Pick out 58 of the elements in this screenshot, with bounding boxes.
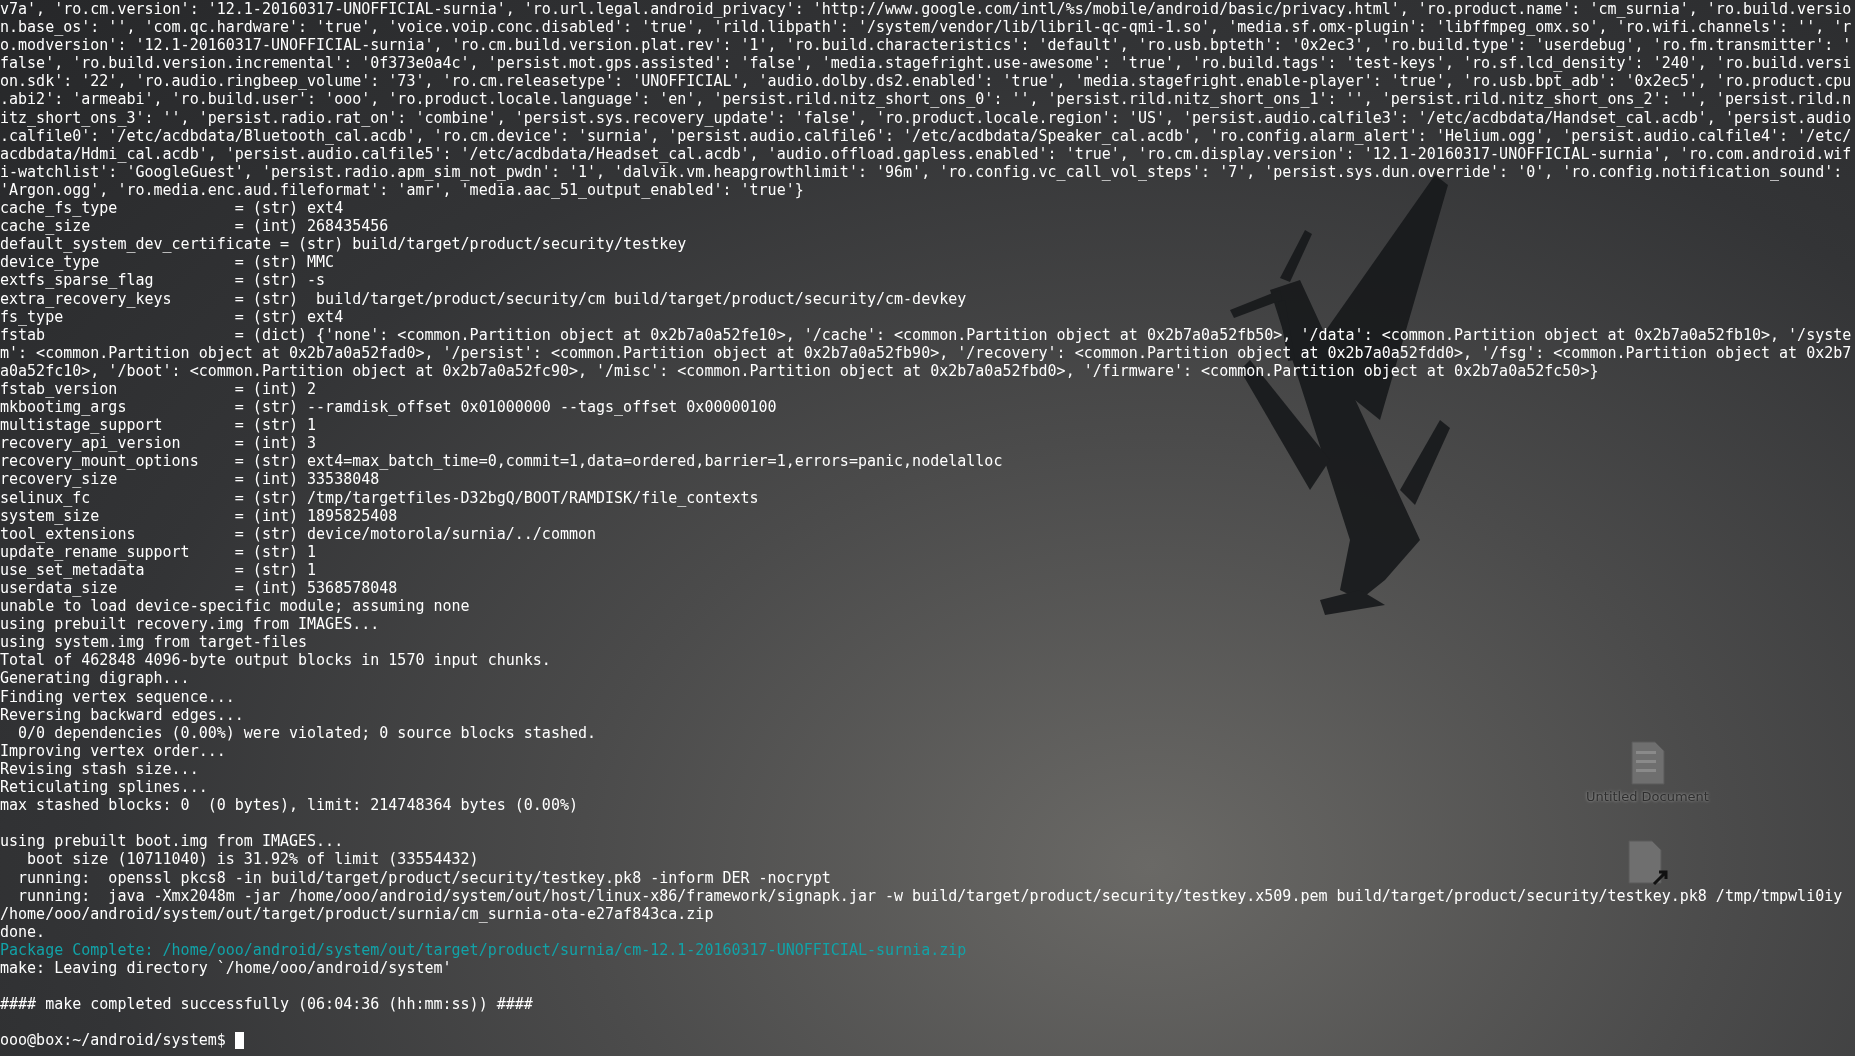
- terminal-output-line: max stashed blocks: 0 (0 bytes), limit: 214748364 bytes (0.00%): [0, 796, 578, 815]
- terminal-output-line: 0/0 dependencies (0.00%) were violated; 0 source blocks stashed.: [17, 723, 597, 742]
- terminal-output-line: Improving vertex order...: [0, 741, 226, 760]
- terminal-output-line: Reversing backward edges...: [0, 705, 244, 724]
- terminal-output-line: fstab = (dict) {'none': <common.Partition object at 0x2b7a0a52fe10>, '/cache': <common.Partition object at 0x2b7a0a52fb50>, '/data': <common.Partition object at 0x2b7a0a52fb10>, '/syste: [0, 325, 1852, 344]
- terminal-output-line: unable to load device-specific module; assuming none: [0, 597, 470, 616]
- terminal-output-line: n.base_os': '', 'com.qc.hardware': 'true', 'voice.voip.conc.disabled': 'true', 'rild.libpath': '/system/vendor/lib/libril-qc-qmi-1.so', 'media.sf.omx-plugin': 'libffmpeg_omx.so', 'ro.wifi.channels': '', 'r: [0, 18, 1852, 37]
- terminal-output-line: .abi2': 'armeabi', 'ro.build.user': 'ooo', 'ro.product.locale.language': 'en', 'persist.rild.nitz_short_ons_0': '', 'persist.rild.nitz_short_ons_1': '', 'persist.rild.nitz_short_ons_2': '', 'persist.rild.n: [0, 90, 1852, 109]
- terminal-output-line: using system.img from target-files: [0, 633, 308, 652]
- terminal-output-line: selinux_fc = (str) /tmp/targetfiles-D32bgQ/BOOT/RAMDISK/file_contexts: [0, 488, 759, 507]
- terminal-output-line: a0a52fc10>, '/boot': <common.Partition object at 0x2b7a0a52fc90>, '/misc': <common.Partition object at 0x2b7a0a52fbd0>, '/firmware': <common.Partition object at 0x2b7a0a52fc50>}: [0, 361, 1599, 380]
- terminal-output-line: done.: [0, 922, 46, 941]
- terminal-output-line: o.modversion': '12.1-20160317-UNOFFICIAL-surnia', 'ro.cm.build.version.plat.rev': '1', 'ro.build.characteristics': 'default', 'ro.usb.bpteth': '0x2ec3', 'ro.build.type': 'userdebug', 'ro.fm.transmitter': ': [0, 36, 1852, 55]
- terminal-output-line: recovery_size = (int) 33538048: [0, 470, 380, 489]
- terminal-output-line: false', 'ro.build.version.incremental': '0f373e0a4c', 'persist.mot.gps.assisted': 'false', 'media.stagefright.use-awesome': 'true', 'ro.build.tags': 'test-keys', 'ro.sf.lcd_density': '240', 'ro.build.versi: [0, 54, 1852, 73]
- terminal-output-line: 'Argon.ogg', 'ro.media.enc.aud.fileformat': 'amr', 'media.aac_51_output_enabled': 'true'}: [0, 180, 804, 200]
- terminal-output-line: running: java -Xmx2048m -jar /home/ooo/android/system/out/host/linux-x86/framework/signapk.jar -w build/target/product/security/testkey.x509.pem build/target/product/security/testkey.pk8 /tmp/tmpwli0iy: [17, 886, 1843, 905]
- terminal-output-line: v7a', 'ro.cm.version': '12.1-20160317-UNOFFICIAL-surnia', 'ro.url.legal.android_privacy': 'http://www.google.com/intl/%s/mobile/android/basic/privacy.html', 'ro.product.name': 'cm_surnia', 'ro.build.versio: [0, 0, 1852, 19]
- text-cursor: [234, 1031, 244, 1049]
- terminal-output-line: using prebuilt recovery.img from IMAGES...: [0, 615, 380, 634]
- terminal-output-line: extra_recovery_keys = (str) build/target/product/security/cm build/target/product/security/cm-devkey: [0, 289, 967, 308]
- terminal-output-line: recovery_api_version = (int) 3: [0, 434, 317, 453]
- terminal-output-line: Revising stash size...: [0, 759, 199, 779]
- file-shortcut-icon[interactable]: [1627, 840, 1668, 886]
- terminal-output-line: cache_size = (int) 268435456: [0, 217, 389, 236]
- terminal-output-line: acdbdata/Hdmi_cal.acdb', 'persist.audio.calfile5': '/etc/acdbdata/Headset_cal.acdb', 'audio.offload.gapless.enabled': 'true', 'ro.cm.display.version': '12.1-20160317-UNOFFICIAL-surnia', 'ro.com.android.wif: [0, 144, 1852, 163]
- terminal-output-line: /home/ooo/android/system/out/target/product/surnia/cm_surnia-ota-e27af843ca.zip: [0, 904, 714, 923]
- terminal-output-line: m': <common.Partition object at 0x2b7a0a52fad0>, '/persist': <common.Partition object at 0x2b7a0a52fb90>, '/recovery': <common.Partition object at 0x2b7a0a52fdd0>, '/fsg': <common.Partition object at 0x2b7: [0, 343, 1852, 362]
- terminal-output-line: itz_short_ons_3': '', 'persist.radio.rat_on': 'combine', 'persist.sys.recovery_update': 'false', 'ro.product.locale.region': 'US', 'persist.audio.calfile3': '/etc/acdbdata/Handset_cal.acdb', 'persist.audio: [0, 108, 1852, 127]
- terminal-output-line: system_size = (int) 1895825408: [0, 506, 398, 525]
- terminal-output-line: update_rename_support = (str) 1: [0, 542, 317, 561]
- shell-prompt: ooo@box:~/android/system$: [0, 1031, 226, 1050]
- terminal-output-line: extfs_sparse_flag = (str) -s: [0, 271, 326, 290]
- text-file-icon[interactable]: [1630, 741, 1665, 785]
- terminal-output-line: make: Leaving directory `/home/ooo/android/system': [0, 958, 452, 978]
- terminal-output-line: fstab_version = (int) 2: [0, 379, 317, 399]
- terminal-output-line: #### make completed successfully (06:04:36 (hh:mm:ss)) ####: [0, 995, 533, 1014]
- terminal-output-line: Generating digraph...: [0, 669, 190, 688]
- terminal-output-line: userdata_size = (int) 5368578048: [0, 579, 398, 598]
- terminal-output-line: multistage_support = (str) 1: [0, 416, 317, 435]
- terminal-output-line: i-watchlist': 'GoogleGuest', 'persist.radio.apm_sim_not_pwdn': '1', 'dalvik.vm.heapgrowthlimit': '96m', 'ro.config.vc_call_vol_steps': '7', 'persist.sys.dun.override': '0', 'ro.config.notification_sound':: [0, 162, 1843, 181]
- terminal-output-line: Finding vertex sequence...: [0, 687, 235, 706]
- terminal-output-line: fs_type = (str) ext4: [0, 307, 344, 326]
- terminal-output-line: Reticulating splines...: [0, 778, 208, 797]
- terminal-output-line: device_type = (str) MMC: [0, 253, 335, 272]
- terminal-output-line: default_system_dev_certificate = (str) build/target/product/security/testkey: [0, 235, 687, 254]
- terminal-output-line: boot size (10711040) is 31.92% of limit (33554432): [26, 850, 479, 869]
- terminal-output-line: Package Complete: /home/ooo/android/system/out/target/product/surnia/cm-12.1-20160317-UNOFFICIAL-surnia.zip: [0, 940, 967, 959]
- terminal-output-line: running: openssl pkcs8 -in build/target/product/security/testkey.pk8 -inform DER -nocrypt: [17, 868, 831, 887]
- terminal-output-line: tool_extensions = (str) device/motorola/surnia/../common: [0, 524, 597, 543]
- terminal-output-line: .calfile0': '/etc/acdbdata/Bluetooth_cal.acdb', 'ro.cm.device': 'surnia', 'persist.audio.calfile6': '/etc/acdbdata/Speaker_cal.acdb', 'ro.config.alarm_alert': 'Helium.ogg', 'persist.audio.calfile4': '/etc/: [0, 126, 1852, 145]
- terminal-output-line: using prebuilt boot.img from IMAGES...: [0, 832, 344, 851]
- terminal-output-line: Total of 462848 4096-byte output blocks in 1570 input chunks.: [0, 651, 551, 670]
- terminal-output-line: mkbootimg_args = (str) --ramdisk_offset 0x01000000 --tags_offset 0x00000100: [0, 398, 777, 417]
- terminal-output-line: on.sdk': '22', 'ro.audio.ringbeep_volume': '73', 'ro.cm.releasetype': 'UNOFFICIAL', 'audio.dolby.ds2.enabled': 'true', 'media.stagefright.enable-player': 'true', 'ro.usb.bpt_adb': '0x2ec5', 'ro.product.cpu: [0, 72, 1852, 91]
- terminal-output-line: recovery_mount_options = (str) ext4=max_batch_time=0,commit=1,data=ordered,barrier=1,errors=panic,nodelalloc: [0, 452, 1003, 471]
- terminal-output-line: cache_fs_type = (str) ext4: [0, 199, 344, 218]
- terminal-output-line: use_set_metadata = (str) 1: [0, 560, 317, 579]
